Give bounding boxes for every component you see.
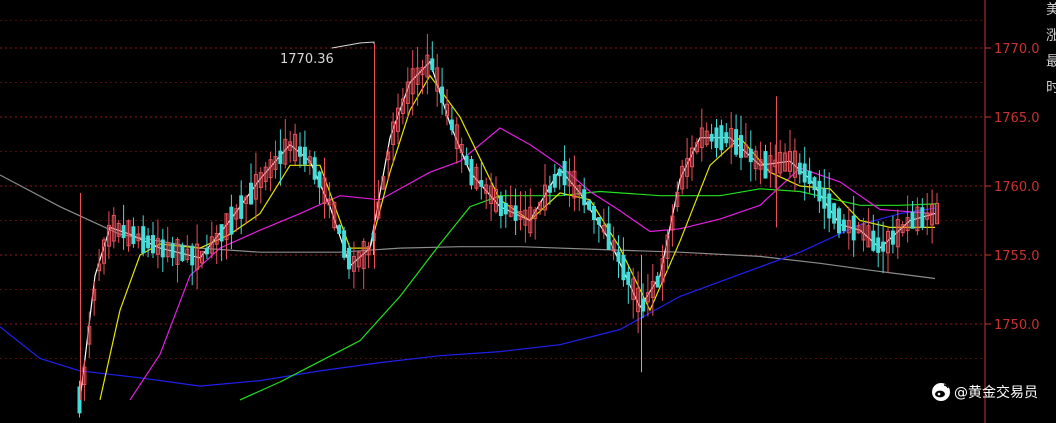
candle-body (837, 208, 841, 234)
candle-body (709, 133, 714, 142)
candle-body (890, 230, 895, 245)
candle-body (547, 185, 552, 193)
candle-body (802, 163, 807, 183)
tick-label-1765: 1765.0 (994, 111, 1040, 126)
candle-body (503, 202, 508, 215)
candle-body (616, 251, 621, 262)
candle-body (469, 159, 474, 186)
candle (474, 163, 479, 191)
candle-body (626, 271, 631, 285)
candle-body (592, 205, 596, 221)
candle-body (797, 162, 802, 175)
tick-label-1750: 1750.0 (994, 318, 1040, 333)
candle-body (151, 235, 155, 254)
candle-body (347, 247, 351, 270)
candle-body (312, 157, 317, 180)
candle-body (298, 146, 302, 157)
candle (469, 155, 474, 190)
candle-body (832, 203, 837, 224)
candle-body (582, 189, 587, 206)
edge-glyph-2: 涨 (1046, 28, 1056, 44)
candle (332, 201, 337, 231)
candle-body (131, 226, 136, 245)
candle-body (827, 193, 832, 219)
candle (337, 223, 342, 235)
candle-body (587, 200, 592, 210)
candle-body (513, 205, 518, 221)
candle-body (498, 195, 503, 217)
candlestick-chart: 1770.0 1765.0 1760.0 1755.0 1750.0 1770.36 美… (0, 0, 1056, 423)
candle-body (141, 226, 146, 254)
candle-body (748, 148, 753, 163)
candle-body (812, 177, 817, 191)
candle-body (562, 160, 567, 186)
candle-body (430, 58, 435, 71)
candle (381, 176, 386, 190)
candle-body (596, 217, 601, 225)
candle-body (851, 215, 856, 241)
candle-body (464, 155, 469, 166)
candle-body (876, 237, 881, 253)
candle-body (337, 225, 342, 235)
candle-body (239, 195, 244, 219)
candle-body (739, 135, 743, 158)
candle-body (146, 235, 151, 249)
candle-body (278, 150, 283, 165)
candle-body (557, 168, 562, 177)
candle-body (479, 180, 484, 187)
candle-body (229, 206, 234, 235)
candle-body (719, 125, 724, 151)
edge-glyph-1: 美 (1046, 2, 1056, 18)
candle-body (807, 170, 812, 185)
weibo-icon (932, 383, 950, 401)
candle-body (841, 219, 846, 232)
candle-body (121, 225, 126, 239)
candle-body (552, 174, 557, 188)
candle-body (180, 245, 185, 261)
candle-body (190, 245, 195, 266)
candle (587, 199, 592, 211)
candle-body (817, 180, 822, 202)
candle-body (714, 127, 719, 148)
tick-label-1760: 1760.0 (994, 180, 1040, 195)
candle-body (763, 150, 768, 179)
candle-body (449, 119, 454, 131)
candle-body (822, 188, 827, 209)
tick-label-1755: 1755.0 (994, 249, 1040, 264)
candle-body (204, 247, 209, 255)
candle-body (920, 207, 925, 228)
candle-body (724, 132, 729, 144)
candle-body (871, 230, 876, 251)
candle-body (302, 146, 307, 165)
candle-body (910, 211, 915, 229)
candle-body (606, 223, 611, 250)
candle-body (621, 254, 626, 281)
candle-body (219, 224, 224, 242)
watermark-text: @黄金交易员 (954, 384, 1038, 401)
tick-label-1770: 1770.0 (994, 42, 1040, 57)
candle-body (249, 182, 253, 205)
candle-body (317, 171, 322, 188)
candle-body (734, 129, 739, 155)
candle-body (170, 243, 175, 258)
candle (342, 226, 347, 261)
edge-glyph-4: 时 (1046, 80, 1056, 96)
candle-body (160, 239, 165, 258)
edge-glyph-3: 最 (1046, 54, 1056, 70)
candle (180, 242, 185, 263)
peak-price-label: 1770.36 (280, 52, 334, 67)
candle-body (655, 275, 660, 288)
candle-body (881, 241, 886, 252)
candle-body (440, 86, 445, 103)
candle-body (342, 230, 347, 258)
